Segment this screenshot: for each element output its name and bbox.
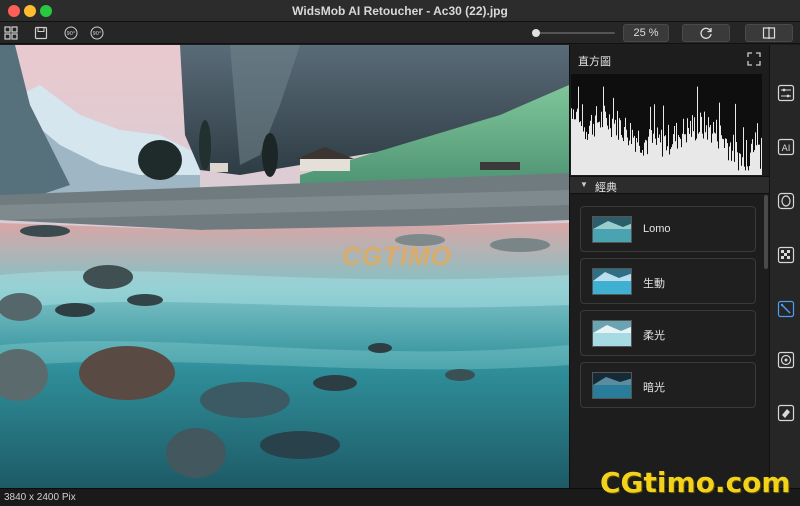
preset-lomo[interactable]: Lomo: [580, 206, 756, 252]
eraser-icon: [777, 404, 795, 422]
rotate-left-button[interactable]: 90°: [62, 25, 80, 41]
panel-scrollbar[interactable]: [764, 195, 768, 269]
ai-icon: AI: [777, 138, 795, 156]
expand-icon: [747, 52, 761, 66]
aperture-tool-button[interactable]: [776, 350, 796, 370]
tool-strip: AI: [769, 45, 800, 488]
zoom-slider-knob[interactable]: [531, 29, 540, 37]
svg-text:AI: AI: [782, 144, 791, 154]
histogram-chart: [571, 74, 762, 175]
grid-icon: [4, 26, 18, 40]
grid-view-button[interactable]: [2, 25, 20, 41]
refresh-icon: [700, 27, 712, 39]
preset-label: 暗光: [643, 382, 665, 394]
preset-dark-light[interactable]: 暗光: [580, 362, 756, 408]
magic-wand-icon: [777, 300, 795, 318]
classic-section-header[interactable]: ▼ 經典: [570, 176, 770, 194]
photo-image: [0, 45, 569, 488]
zoom-slider[interactable]: [531, 29, 615, 37]
rotate-right-icon: 90°: [90, 26, 104, 40]
preset-soft-light[interactable]: 柔光: [580, 310, 756, 356]
image-dimensions: 3840 x 2400 Pix: [4, 492, 76, 503]
portrait-icon: [777, 192, 795, 210]
adjustment-panel: 直方圖 ▼ 經典 Lomo 生動 柔光 暗光: [569, 45, 770, 488]
mosaic-tool-button[interactable]: [776, 245, 796, 265]
histogram-title: 直方圖: [578, 56, 611, 68]
reset-button[interactable]: [682, 24, 730, 42]
preset-label: 生動: [643, 278, 665, 290]
compare-button[interactable]: [745, 24, 793, 42]
window-title: WidsMob AI Retoucher - Ac30 (22).jpg: [292, 4, 508, 18]
histogram-header: 直方圖: [570, 45, 770, 73]
watermark-overlay: CGTIMO: [342, 241, 452, 271]
save-icon: [34, 26, 48, 40]
svg-text:90°: 90°: [67, 31, 76, 37]
ai-tool-button[interactable]: AI: [776, 137, 796, 157]
svg-text:90°: 90°: [93, 31, 102, 37]
zoom-level-field[interactable]: 25 %: [623, 24, 669, 42]
expand-button[interactable]: [746, 51, 762, 67]
preset-label: 柔光: [643, 330, 665, 342]
magic-wand-tool-button[interactable]: [776, 299, 796, 319]
adjust-tool-button[interactable]: [776, 83, 796, 103]
toolbar: 90° 90° 25 %: [0, 22, 800, 44]
preset-vivid[interactable]: 生動: [580, 258, 756, 304]
preset-thumbnail: [592, 320, 632, 347]
brand-watermark: CGtimo.com: [600, 466, 791, 499]
preset-thumbnail: [592, 268, 632, 295]
mosaic-icon: [777, 246, 795, 264]
section-label: 經典: [595, 182, 617, 194]
preset-thumbnail: [592, 216, 632, 243]
split-view-icon: [762, 27, 776, 39]
collapse-arrow-icon: ▼: [580, 180, 588, 189]
aperture-icon: [777, 351, 795, 369]
title-bar: WidsMob AI Retoucher - Ac30 (22).jpg: [0, 0, 800, 22]
save-button[interactable]: [32, 25, 50, 41]
preset-label: Lomo: [643, 223, 671, 235]
portrait-tool-button[interactable]: [776, 191, 796, 211]
rotate-right-button[interactable]: 90°: [88, 25, 106, 41]
preset-thumbnail: [592, 372, 632, 399]
rotate-left-icon: 90°: [64, 26, 78, 40]
adjust-icon: [777, 84, 795, 102]
eraser-tool-button[interactable]: [776, 403, 796, 423]
photo-canvas[interactable]: CGTIMO: [0, 45, 569, 488]
